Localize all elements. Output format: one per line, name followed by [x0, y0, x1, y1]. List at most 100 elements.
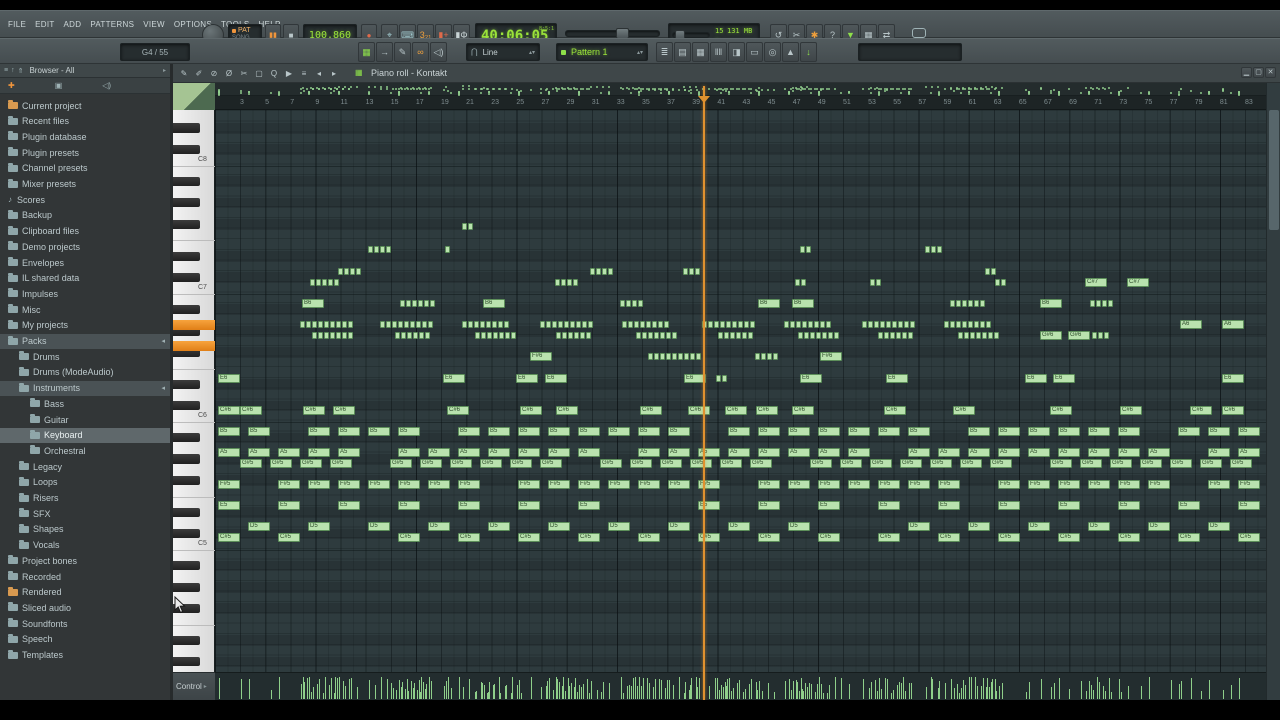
- velocity-bar[interactable]: [323, 693, 324, 699]
- midi-note[interactable]: [342, 332, 347, 339]
- velocity-bar[interactable]: [219, 691, 220, 699]
- velocity-bar[interactable]: [484, 685, 485, 699]
- midi-note[interactable]: D5: [428, 522, 450, 531]
- midi-note[interactable]: [552, 321, 557, 328]
- pattern-mode-button[interactable]: ▦: [358, 42, 375, 62]
- velocity-bar[interactable]: [745, 689, 746, 699]
- velocity-bar[interactable]: [329, 685, 330, 699]
- velocity-bar[interactable]: [563, 677, 564, 699]
- midi-note[interactable]: G#5: [390, 459, 412, 468]
- midi-note[interactable]: C#5: [1118, 533, 1140, 542]
- velocity-bar[interactable]: [737, 683, 738, 699]
- midi-note[interactable]: [648, 332, 653, 339]
- midi-note[interactable]: [636, 332, 641, 339]
- midi-note[interactable]: [714, 321, 719, 328]
- browser-item-bass[interactable]: Bass: [0, 396, 170, 411]
- midi-note[interactable]: [708, 321, 713, 328]
- midi-note[interactable]: F#5: [308, 480, 330, 489]
- piano-key-black[interactable]: [173, 272, 200, 283]
- midi-note[interactable]: G#5: [450, 459, 472, 468]
- velocity-bar[interactable]: [819, 690, 820, 699]
- midi-note[interactable]: F#5: [338, 480, 360, 489]
- velocity-bar[interactable]: [815, 692, 816, 699]
- midi-note[interactable]: [974, 300, 979, 307]
- midi-note[interactable]: G#5: [690, 459, 712, 468]
- midi-note[interactable]: F#5: [638, 480, 660, 489]
- midi-note[interactable]: G#5: [810, 459, 832, 468]
- velocity-bar[interactable]: [1093, 690, 1094, 699]
- midi-note[interactable]: [880, 321, 885, 328]
- midi-note[interactable]: [336, 321, 341, 328]
- velocity-bar[interactable]: [429, 691, 430, 699]
- midi-note[interactable]: F#5: [908, 480, 930, 489]
- midi-note[interactable]: [802, 321, 807, 328]
- midi-note[interactable]: [462, 321, 467, 328]
- midi-note[interactable]: B5: [218, 427, 240, 436]
- midi-note[interactable]: D5: [668, 522, 690, 531]
- midi-note[interactable]: [986, 321, 991, 328]
- velocity-bar[interactable]: [901, 683, 902, 699]
- midi-note[interactable]: [806, 246, 811, 253]
- minimize-button[interactable]: ▁: [1241, 67, 1252, 78]
- midi-note[interactable]: E5: [1178, 501, 1200, 510]
- velocity-bar[interactable]: [494, 684, 495, 699]
- midi-note[interactable]: B5: [338, 427, 360, 436]
- midi-note[interactable]: [428, 321, 433, 328]
- velocity-bar[interactable]: [709, 686, 710, 699]
- midi-note[interactable]: D5: [488, 522, 510, 531]
- midi-note[interactable]: [801, 279, 806, 286]
- midi-note[interactable]: [944, 321, 949, 328]
- browser-item-risers[interactable]: Risers: [0, 491, 170, 506]
- velocity-bar[interactable]: [665, 688, 666, 699]
- velocity-bar[interactable]: [926, 687, 927, 699]
- midi-note[interactable]: F#5: [548, 480, 570, 489]
- midi-note[interactable]: [628, 321, 633, 328]
- midi-note[interactable]: [620, 300, 625, 307]
- velocity-bar[interactable]: [905, 691, 906, 699]
- velocity-bar[interactable]: [963, 693, 964, 699]
- midi-note[interactable]: [492, 321, 497, 328]
- midi-note[interactable]: [580, 332, 585, 339]
- midi-note[interactable]: A5: [968, 448, 990, 457]
- midi-note[interactable]: D5: [908, 522, 930, 531]
- browser-item-channel-presets[interactable]: Channel presets: [0, 161, 170, 176]
- browser-item-mixer-presets[interactable]: Mixer presets: [0, 177, 170, 192]
- midi-note[interactable]: B5: [368, 427, 390, 436]
- browser-item-keyboard[interactable]: Keyboard: [0, 427, 170, 443]
- delete-tool[interactable]: ⊘: [207, 66, 221, 81]
- midi-note[interactable]: C#6: [447, 406, 469, 415]
- midi-note[interactable]: [672, 353, 677, 360]
- midi-note[interactable]: [724, 332, 729, 339]
- master-pitch-slider[interactable]: [565, 28, 660, 39]
- velocity-bar[interactable]: [451, 688, 452, 699]
- velocity-bar[interactable]: [891, 693, 892, 699]
- midi-note[interactable]: [586, 332, 591, 339]
- midi-note[interactable]: [937, 246, 942, 253]
- velocity-bar[interactable]: [877, 691, 878, 699]
- midi-note[interactable]: [407, 332, 412, 339]
- midi-note[interactable]: [640, 321, 645, 328]
- midi-note[interactable]: E5: [458, 501, 480, 510]
- velocity-bar[interactable]: [661, 684, 662, 699]
- midi-note[interactable]: B5: [758, 427, 780, 436]
- midi-note[interactable]: G#5: [930, 459, 952, 468]
- velocity-bar[interactable]: [841, 678, 842, 699]
- browser-item-legacy[interactable]: Legacy: [0, 459, 170, 474]
- midi-note[interactable]: A5: [818, 448, 840, 457]
- midi-note[interactable]: A6: [1180, 320, 1202, 329]
- browser-menu-icon[interactable]: ≡: [4, 67, 8, 74]
- midi-note[interactable]: [976, 332, 981, 339]
- velocity-bar[interactable]: [863, 679, 864, 699]
- midi-note[interactable]: A5: [788, 448, 810, 457]
- browser-preview-speaker-icon[interactable]: ◁): [102, 81, 111, 90]
- midi-note[interactable]: [798, 332, 803, 339]
- velocity-bar[interactable]: [835, 677, 836, 699]
- velocity-bar[interactable]: [723, 687, 724, 699]
- chat-icon[interactable]: [912, 28, 926, 41]
- midi-note[interactable]: C#7: [1127, 278, 1149, 287]
- browser-item-recorded[interactable]: Recorded: [0, 569, 170, 584]
- midi-note[interactable]: [312, 321, 317, 328]
- midi-note[interactable]: [683, 268, 688, 275]
- velocity-bar[interactable]: [423, 682, 424, 699]
- midi-note[interactable]: A5: [578, 448, 600, 457]
